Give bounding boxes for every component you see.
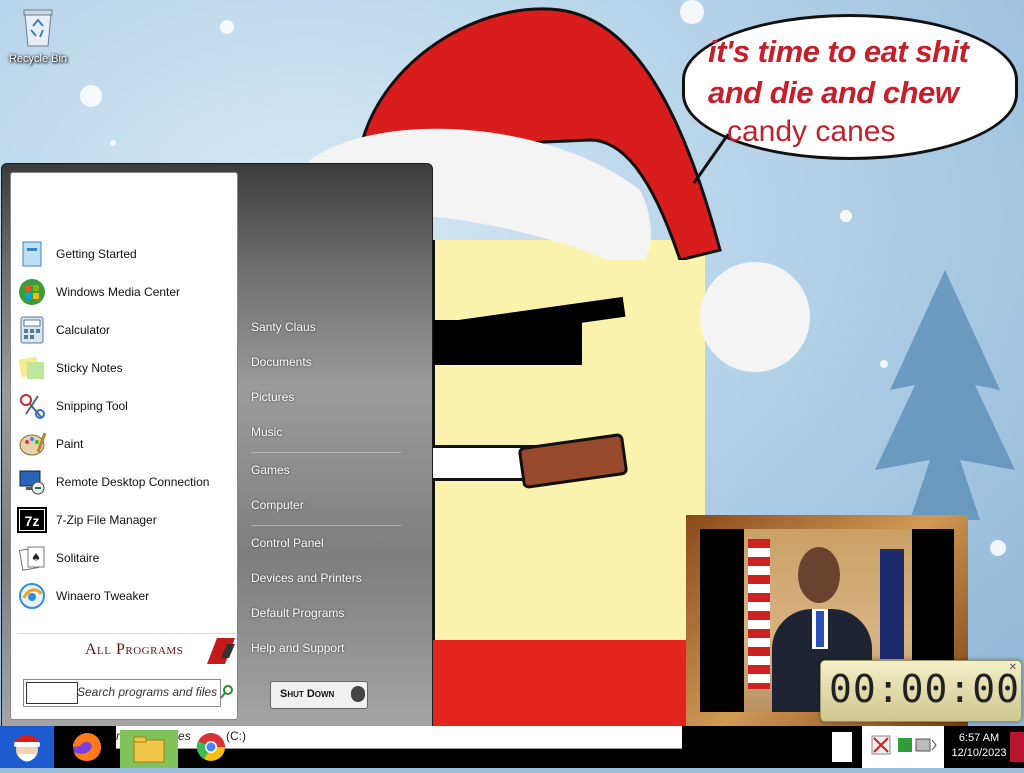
all-programs-arrow-icon — [207, 638, 235, 664]
speech-line-3: candy canes — [727, 115, 896, 148]
photo-person-tie — [816, 611, 824, 647]
scissors-icon — [17, 391, 47, 421]
speech-line-2: and die and chew — [708, 75, 959, 110]
seven-zip-icon: 7z — [17, 505, 47, 535]
taskbar: rams and files (C:) 6:57 AM 12/10/2023 — [0, 726, 1024, 768]
start-menu-programs-pane: Getting Started Windows Media Center Cal… — [10, 172, 238, 720]
start-link-default-programs[interactable]: Default Programs — [251, 606, 344, 620]
folder-icon — [133, 736, 165, 763]
program-media-center[interactable]: Windows Media Center — [17, 275, 233, 309]
media-center-icon — [17, 277, 47, 307]
close-icon[interactable]: ✕ — [1009, 662, 1017, 673]
program-winaero-tweaker[interactable]: Winaero Tweaker — [17, 579, 233, 613]
hat-pompom — [700, 262, 810, 372]
recycle-bin-label: Recycle Bin — [8, 53, 68, 65]
search-text-box[interactable] — [26, 682, 78, 704]
start-link-user[interactable]: Santy Claus — [251, 320, 316, 334]
program-label: Snipping Tool — [56, 399, 128, 413]
program-label: Solitaire — [56, 551, 100, 565]
clock-time: 6:57 AM — [958, 732, 1000, 744]
start-separator — [251, 452, 401, 453]
start-link-help-support[interactable]: Help and Support — [251, 641, 344, 655]
snowflake — [840, 210, 852, 222]
snowflake — [220, 20, 234, 34]
start-menu: Getting Started Windows Media Center Cal… — [1, 163, 433, 728]
taskbar-explorer[interactable] — [120, 730, 178, 768]
sunglasses — [432, 320, 582, 365]
program-label: 7-Zip File Manager — [56, 513, 157, 527]
all-programs-button[interactable]: All Programs — [17, 633, 235, 664]
start-link-control-panel[interactable]: Control Panel — [251, 536, 324, 550]
search-input[interactable]: Search programs and files — [23, 679, 233, 707]
show-desktop-button[interactable] — [1010, 732, 1024, 762]
recycle-bin-icon — [23, 9, 53, 47]
recycle-bin-desktop-icon[interactable]: Recycle Bin — [5, 6, 71, 65]
snowflake — [80, 85, 102, 107]
program-getting-started[interactable]: Getting Started — [17, 237, 233, 271]
stopwatch-gadget[interactable]: 00:00:00 ✕ — [820, 660, 1022, 722]
clock-date: 12/10/2023 — [951, 747, 1007, 759]
snowflake — [110, 140, 116, 146]
search-placeholder: Search programs and files — [77, 685, 218, 699]
svg-text:♠: ♠ — [31, 551, 41, 564]
snowflake — [990, 540, 1006, 556]
program-paint[interactable]: Paint — [17, 427, 233, 461]
svg-text:7z: 7z — [25, 513, 40, 529]
all-programs-label: All Programs — [85, 641, 184, 658]
system-clock[interactable]: 6:57 AM 12/10/2023 — [946, 731, 1012, 761]
notification-area — [862, 726, 944, 768]
start-separator — [251, 525, 401, 526]
us-flag-icon — [748, 539, 770, 689]
program-calculator[interactable]: Calculator — [17, 313, 233, 347]
start-button[interactable] — [0, 726, 54, 768]
taskbar-firefox[interactable] — [58, 726, 116, 768]
calculator-icon — [17, 315, 47, 345]
shutdown-arrow-icon[interactable] — [351, 686, 365, 702]
program-sticky-notes[interactable]: Sticky Notes — [17, 351, 233, 385]
solitaire-icon: ♠ — [17, 543, 47, 573]
program-label: Remote Desktop Connection — [56, 475, 210, 489]
program-label: Paint — [56, 437, 84, 451]
start-link-devices-printers[interactable]: Devices and Printers — [251, 571, 362, 585]
program-label: Winaero Tweaker — [56, 589, 150, 603]
program-label: Sticky Notes — [56, 361, 123, 375]
stopwatch-value: 00:00:00 — [829, 667, 1021, 711]
shutdown-button[interactable]: Shut Down — [270, 681, 368, 709]
start-link-pictures[interactable]: Pictures — [251, 390, 294, 404]
presidential-flag-icon — [880, 549, 904, 659]
pine-tree-icon — [875, 270, 1015, 520]
program-7zip[interactable]: 7z 7-Zip File Manager — [17, 503, 233, 537]
santa-start-icon — [14, 735, 40, 762]
program-label: Calculator — [56, 323, 111, 337]
taskbar-chrome[interactable] — [182, 726, 240, 768]
winaero-tweaker-icon — [17, 581, 47, 611]
speech-line-1: it's time to eat shit — [708, 34, 969, 69]
program-remote-desktop[interactable]: Remote Desktop Connection — [17, 465, 233, 499]
sticky-notes-icon — [17, 353, 47, 383]
program-label: Windows Media Center — [56, 285, 181, 299]
program-solitaire[interactable]: ♠ Solitaire — [17, 541, 233, 575]
start-link-music[interactable]: Music — [251, 425, 282, 439]
start-link-documents[interactable]: Documents — [251, 355, 312, 369]
tray-blank — [832, 732, 852, 762]
paint-palette-icon — [17, 429, 47, 459]
tray-icons — [871, 735, 937, 755]
program-label: Getting Started — [56, 247, 137, 261]
remote-desktop-icon — [17, 467, 47, 497]
search-icon[interactable] — [220, 685, 234, 699]
shutdown-label: Shut Down — [280, 688, 335, 700]
chrome-icon — [196, 733, 225, 761]
getting-started-icon — [17, 239, 47, 269]
start-link-games[interactable]: Games — [251, 463, 290, 477]
program-snipping-tool[interactable]: Snipping Tool — [17, 389, 233, 423]
firefox-icon — [73, 733, 101, 761]
start-link-computer[interactable]: Computer — [251, 498, 304, 512]
photo-person-head — [798, 547, 840, 603]
